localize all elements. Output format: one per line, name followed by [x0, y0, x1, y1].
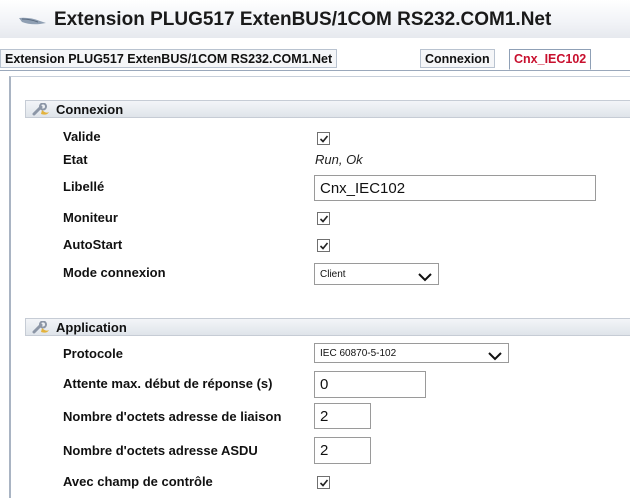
octets-liaison-input[interactable]	[314, 403, 371, 429]
libelle-input[interactable]	[314, 175, 596, 201]
octets-asdu-input[interactable]	[314, 437, 371, 464]
chevron-down-icon	[418, 269, 432, 287]
mode-connexion-label: Mode connexion	[63, 265, 166, 280]
etat-value: Run, Ok	[315, 152, 363, 167]
tab-cnx-iec102[interactable]: Cnx_IEC102	[509, 49, 592, 70]
autostart-checkbox[interactable]	[317, 239, 330, 252]
mode-connexion-select[interactable]: Client	[314, 263, 439, 285]
tab-extension[interactable]: Extension PLUG517 ExtenBUS/1COM RS232.CO…	[0, 49, 338, 68]
autostart-label: AutoStart	[63, 237, 123, 252]
mode-connexion-value: Client	[320, 269, 346, 280]
tab-bar: Extension PLUG517 ExtenBUS/1COM RS232.CO…	[0, 48, 630, 71]
attente-input[interactable]	[314, 371, 426, 398]
protocole-value: IEC 60870-5-102	[320, 348, 397, 359]
octets-liaison-label: Nombre d'octets adresse de liaison	[63, 409, 282, 424]
valide-checkbox[interactable]	[317, 132, 330, 145]
wrench-icon	[32, 102, 50, 117]
champ-controle-label: Avec champ de contrôle	[63, 474, 213, 489]
protocole-label: Protocole	[63, 346, 123, 361]
window-titlebar: Extension PLUG517 ExtenBUS/1COM RS232.CO…	[0, 0, 630, 38]
tab-connexion[interactable]: Connexion	[420, 49, 495, 68]
section-application-header[interactable]: Application	[25, 318, 630, 336]
octets-asdu-label: Nombre d'octets adresse ASDU	[63, 443, 258, 458]
wrench-icon	[32, 320, 50, 335]
section-connexion-header[interactable]: Connexion	[25, 100, 630, 118]
attente-label: Attente max. début de réponse (s)	[63, 376, 273, 391]
properties-panel: Connexion Valide Etat Run, Ok Libellé Mo…	[9, 76, 630, 498]
moniteur-label: Moniteur	[63, 210, 118, 225]
brush-icon	[18, 14, 48, 26]
chevron-down-icon	[488, 348, 502, 366]
valide-label: Valide	[63, 129, 101, 144]
section-connexion-title: Connexion	[56, 102, 124, 117]
window-title: Extension PLUG517 ExtenBUS/1COM RS232.CO…	[54, 9, 552, 30]
section-application-title: Application	[56, 320, 127, 335]
champ-controle-checkbox[interactable]	[317, 476, 330, 489]
protocole-select[interactable]: IEC 60870-5-102	[314, 343, 509, 363]
etat-label: Etat	[63, 152, 88, 167]
moniteur-checkbox[interactable]	[317, 212, 330, 225]
libelle-label: Libellé	[63, 179, 105, 194]
